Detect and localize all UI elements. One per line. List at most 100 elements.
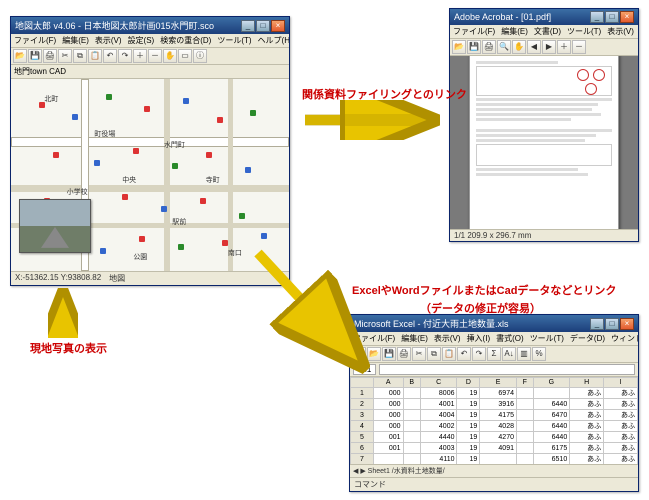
zoom-in-icon[interactable]: ＋ <box>557 40 571 54</box>
zoom-icon[interactable]: % <box>532 347 546 361</box>
redo-icon[interactable]: ↷ <box>118 49 132 63</box>
col-header[interactable]: C <box>420 378 457 388</box>
open-icon[interactable]: 📂 <box>367 347 381 361</box>
maximize-button[interactable]: □ <box>605 318 619 330</box>
pdf-titlebar[interactable]: Adobe Acrobat - [01.pdf] _ □ × <box>450 9 638 25</box>
cell[interactable] <box>516 454 533 465</box>
cell[interactable]: 4110 <box>420 454 457 465</box>
cell[interactable]: 19 <box>457 443 480 454</box>
cell[interactable]: あふ <box>604 432 638 443</box>
map-surface[interactable]: 町役場 水門町 中央 北町 寺町 駅前 小学校 南口 公園 <box>11 79 289 271</box>
cell[interactable]: 6974 <box>480 388 517 399</box>
cell[interactable]: あふ <box>604 399 638 410</box>
print-icon[interactable]: 🖨 <box>397 347 411 361</box>
cell[interactable]: 2 <box>351 399 374 410</box>
menu-item[interactable]: 文書(D) <box>534 26 561 37</box>
cut-icon[interactable]: ✂ <box>412 347 426 361</box>
cell[interactable]: 4 <box>351 421 374 432</box>
cell[interactable] <box>373 454 403 465</box>
print-icon[interactable]: 🖨 <box>482 40 496 54</box>
col-header[interactable]: H <box>570 378 604 388</box>
cell[interactable]: 4004 <box>420 410 457 421</box>
cell[interactable] <box>516 410 533 421</box>
cell[interactable]: 3916 <box>480 399 517 410</box>
xls-grid[interactable]: ABCDEFGHI10008006196974あふあふ2000400119391… <box>350 377 638 464</box>
map-titlebar[interactable]: 地図太郎 v4.06 - 日本地図太郎計画015水門町.sco _ □ × <box>11 17 289 34</box>
copy-icon[interactable]: ⧉ <box>427 347 441 361</box>
cell[interactable]: 000 <box>373 410 403 421</box>
cell[interactable]: 4091 <box>480 443 517 454</box>
table-row[interactable]: 500144401942706440あふあふ <box>351 432 638 443</box>
cell[interactable] <box>516 388 533 399</box>
col-header[interactable]: F <box>516 378 533 388</box>
menu-item[interactable]: 編集(E) <box>62 35 89 46</box>
cell[interactable]: あふ <box>604 443 638 454</box>
new-icon[interactable]: ▢ <box>352 347 366 361</box>
menu-item[interactable]: ファイル(F) <box>353 333 395 344</box>
select-icon[interactable]: ▭ <box>178 49 192 63</box>
cell[interactable]: あふ <box>604 410 638 421</box>
table-row[interactable]: 10008006196974あふあふ <box>351 388 638 399</box>
cell[interactable]: 001 <box>373 443 403 454</box>
cell[interactable] <box>516 443 533 454</box>
cell[interactable]: あふ <box>570 421 604 432</box>
menu-item[interactable]: ウィンドウ(W) <box>611 333 638 344</box>
name-box[interactable]: L31 <box>353 364 376 375</box>
menu-item[interactable]: ツール(T) <box>530 333 564 344</box>
cell[interactable]: 7 <box>351 454 374 465</box>
open-icon[interactable]: 📂 <box>13 49 27 63</box>
cell[interactable]: 19 <box>457 454 480 465</box>
cell[interactable]: 6510 <box>533 454 570 465</box>
cell[interactable] <box>403 432 420 443</box>
minimize-button[interactable]: _ <box>590 318 604 330</box>
cell[interactable]: あふ <box>604 454 638 465</box>
cell[interactable]: 000 <box>373 421 403 432</box>
cell[interactable]: 6440 <box>533 399 570 410</box>
cell[interactable]: 1 <box>351 388 374 399</box>
maximize-button[interactable]: □ <box>256 20 270 32</box>
save-icon[interactable]: 💾 <box>467 40 481 54</box>
sheet-tab[interactable]: Sheet1 /水資料土地数量/ <box>368 468 445 475</box>
col-header[interactable]: D <box>457 378 480 388</box>
cell[interactable]: あふ <box>604 388 638 399</box>
menu-item[interactable]: 編集(E) <box>501 26 528 37</box>
minimize-button[interactable]: _ <box>590 11 604 23</box>
cell[interactable]: あふ <box>570 443 604 454</box>
zoom-in-icon[interactable]: ＋ <box>133 49 147 63</box>
menu-item[interactable]: 表示(V) <box>607 26 634 37</box>
pdf-viewport[interactable] <box>450 56 638 229</box>
menu-item[interactable]: 編集(E) <box>401 333 428 344</box>
col-header[interactable]: A <box>373 378 403 388</box>
paste-icon[interactable]: 📋 <box>88 49 102 63</box>
layer-tab[interactable]: 地門town CAD <box>14 66 66 77</box>
cell[interactable]: 19 <box>457 388 480 399</box>
col-header[interactable]: B <box>403 378 420 388</box>
cell[interactable] <box>403 399 420 410</box>
cell[interactable]: 19 <box>457 410 480 421</box>
cell[interactable]: あふ <box>570 432 604 443</box>
cell[interactable]: 4003 <box>420 443 457 454</box>
cell[interactable]: 001 <box>373 432 403 443</box>
cell[interactable]: 4028 <box>480 421 517 432</box>
close-button[interactable]: × <box>620 318 634 330</box>
menu-item[interactable]: ツール(T) <box>567 26 601 37</box>
copy-icon[interactable]: ⧉ <box>73 49 87 63</box>
next-page-icon[interactable]: ▶ <box>542 40 556 54</box>
paste-icon[interactable]: 📋 <box>442 347 456 361</box>
cell[interactable]: 4175 <box>480 410 517 421</box>
cell[interactable]: 6 <box>351 443 374 454</box>
table-row[interactable]: 200040011939166440あふあふ <box>351 399 638 410</box>
cell[interactable]: あふ <box>570 388 604 399</box>
cell[interactable]: 6440 <box>533 432 570 443</box>
open-icon[interactable]: 📂 <box>452 40 466 54</box>
cell[interactable] <box>516 421 533 432</box>
spreadsheet-table[interactable]: ABCDEFGHI10008006196974あふあふ2000400119391… <box>350 377 638 464</box>
cell[interactable] <box>480 454 517 465</box>
menu-item[interactable]: ヘルプ(H) <box>258 35 289 46</box>
undo-icon[interactable]: ↶ <box>103 49 117 63</box>
sum-icon[interactable]: Σ <box>487 347 501 361</box>
menu-item[interactable]: ファイル(F) <box>453 26 495 37</box>
cell[interactable]: 4440 <box>420 432 457 443</box>
sheet-tabstrip[interactable]: ◀ ▶ Sheet1 /水資料土地数量/ <box>350 464 638 477</box>
xls-titlebar[interactable]: Microsoft Excel - 付近大雨土地数量.xls _ □ × <box>350 315 638 332</box>
